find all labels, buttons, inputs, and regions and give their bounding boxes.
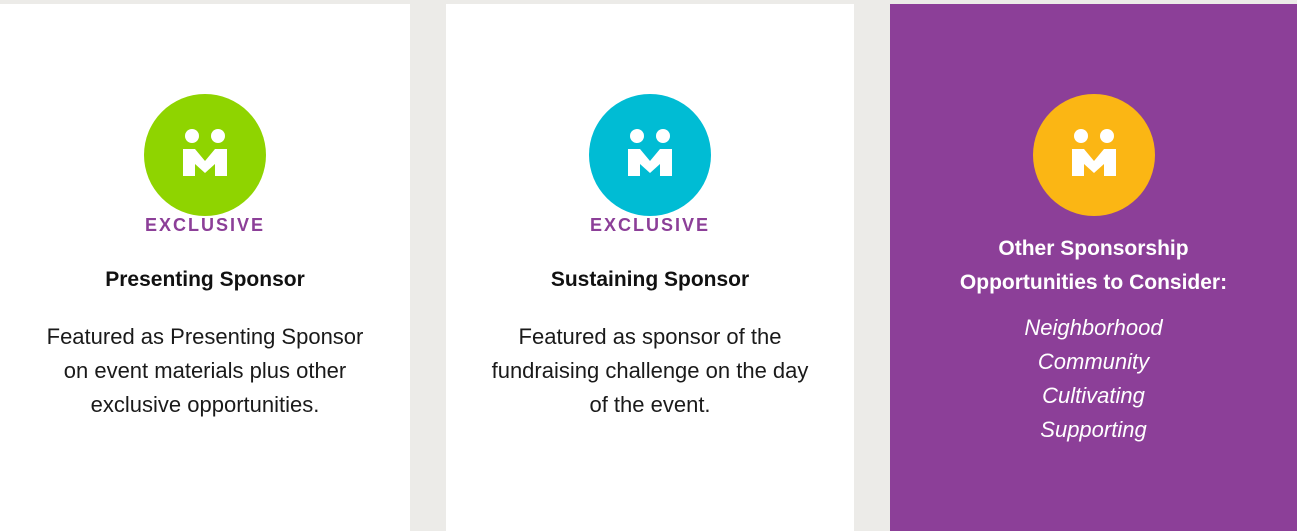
people-holding-hands-icon — [628, 129, 672, 176]
opportunity-item: Supporting — [1040, 417, 1147, 442]
badge-circle — [589, 94, 711, 216]
eyebrow-label: EXCLUSIVE — [589, 215, 711, 235]
other-title-line: Other Sponsorship — [998, 237, 1189, 260]
badge-circle — [144, 94, 266, 216]
other-title: Other Sponsorship Opportunities to Consi… — [890, 232, 1297, 300]
opportunity-item: Neighborhood — [1024, 315, 1163, 340]
eyebrow-label: EXCLUSIVE — [144, 215, 266, 235]
people-holding-hands-icon — [183, 129, 227, 176]
badge-circle — [1032, 94, 1155, 216]
card-title: Sustaining Sponsor — [550, 268, 750, 291]
opportunity-item: Community — [1037, 349, 1150, 374]
other-title-line: Opportunities to Consider: — [959, 271, 1228, 294]
sustaining-sponsor-card: EXCLUSIVE Sustaining Sponsor Featured as… — [446, 4, 854, 531]
opportunity-item: Cultivating — [1042, 383, 1145, 408]
card-description: Featured as sponsor of the fundraising c… — [491, 324, 809, 417]
opportunity-list: Neighborhood Community Cultivating Suppo… — [890, 311, 1297, 447]
card-title: Presenting Sponsor — [105, 268, 305, 291]
other-opportunities-card: Other Sponsorship Opportunities to Consi… — [890, 4, 1297, 531]
card-description: Featured as Presenting Sponsor on event … — [46, 324, 364, 417]
people-holding-hands-icon — [1071, 129, 1116, 176]
presenting-sponsor-card: EXCLUSIVE Presenting Sponsor Featured as… — [0, 4, 410, 531]
